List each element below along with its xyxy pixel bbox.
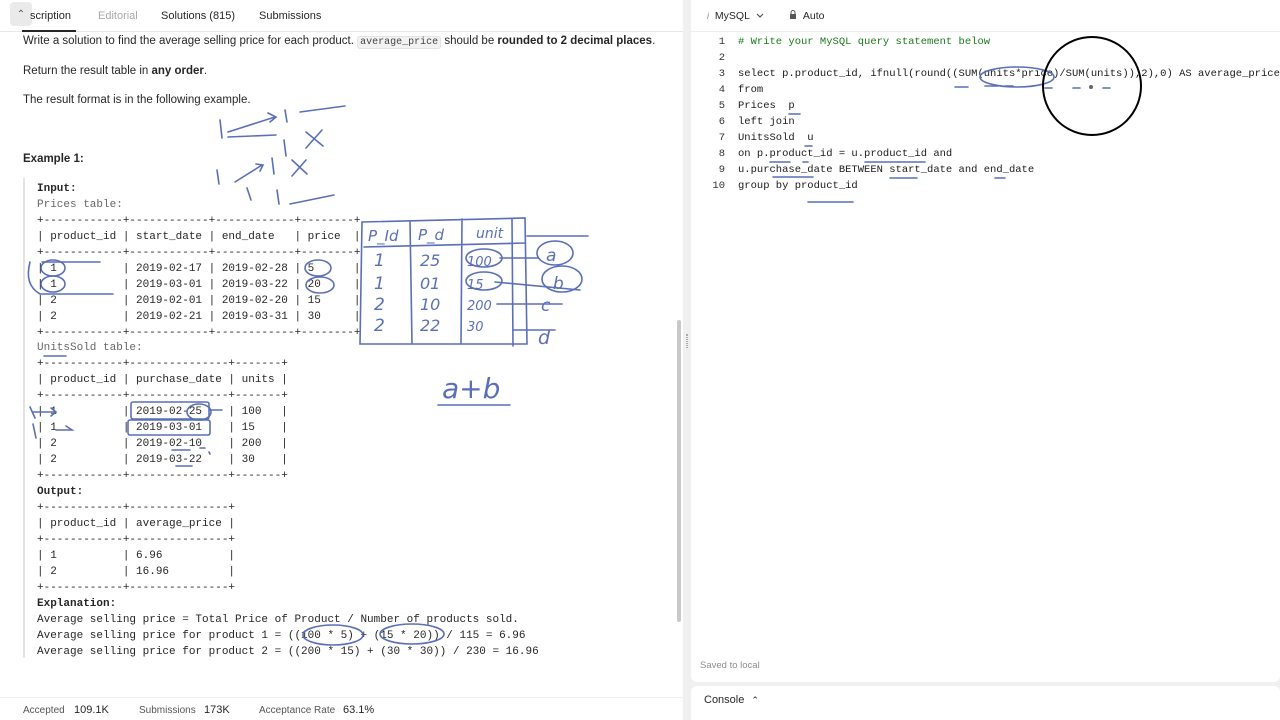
chevron-up-icon: ⌃ [751,695,759,705]
output-table-line: +------------+---------------+ [37,582,236,594]
unitssold-table-line: | product_id | purchase_date | units | [37,374,288,386]
unitssold-table-line: +------------+---------------+-------+ [37,390,288,402]
line-number: 10 [712,180,725,192]
problem-stats: Accepted 109.1K Submissions 173K Accepta… [0,697,683,720]
output-label: Output: [37,486,84,498]
example-block-bar [23,178,25,658]
saved-status: Saved to local [700,660,760,671]
collapse-panel-button[interactable]: ⌃ [10,2,32,26]
output-table-line: +------------+---------------+ [37,502,236,514]
desc-bold: any order [151,65,204,77]
line-number: 8 [718,148,725,160]
desc-bold: rounded to 2 decimal places [497,35,653,47]
code-editor: i MySQL Auto 1 # Write your MySQL query s… [691,0,1280,682]
description-line-2: Return the result table in any order. [23,65,207,77]
active-tab-indicator [22,30,76,32]
chevron-down-icon [757,13,764,18]
line-number: 1 [718,36,725,48]
prices-table-line: | 1 | 2019-02-17 | 2019-02-28 | 5 | [37,263,361,275]
code-line[interactable]: from [738,84,763,96]
auto-save-toggle[interactable]: Auto [789,10,825,22]
line-number: 2 [718,52,725,64]
problem-panel: ⌃ scription Editorial Solutions (815) Su… [0,0,683,720]
description-line-1: Write a solution to find the average sel… [23,35,656,49]
info-icon: i [707,11,709,21]
auto-label: Auto [802,10,825,22]
desc-text: should be [444,35,495,47]
tab-editorial[interactable]: Editorial [98,10,138,22]
line-number: 9 [718,164,725,176]
description-line-3: The result format is in the following ex… [23,94,251,106]
code-line[interactable]: Prices p [738,100,795,112]
prices-table-line: | 1 | 2019-03-01 | 2019-03-22 | 20 | [37,279,361,291]
line-number: 6 [718,116,725,128]
unitssold-table-line: | 1 | 2019-02-25 | 100 | [37,406,288,418]
submissions-label: Submissions [139,705,196,716]
prices-table-line: | 2 | 2019-02-21 | 2019-03-31 | 30 | [37,311,361,323]
explanation-line: Average selling price = Total Price of P… [37,614,519,626]
code-line[interactable]: UnitsSold u [738,132,814,144]
console-label: Console [704,694,745,706]
example-title: Example 1: [23,153,84,165]
prices-table-line: +------------+------------+------------+… [37,247,361,259]
output-table-line: +------------+---------------+ [37,534,236,546]
code-line[interactable]: group by product_id [738,180,858,192]
prices-table-line: | product_id | start_date | end_date | p… [37,231,361,243]
code-line[interactable]: u.purchase_date BETWEEN start_date and e… [738,164,1034,176]
line-number: 3 [718,68,725,80]
tab-submissions[interactable]: Submissions [259,10,321,22]
accepted-value: 109.1K [74,704,109,716]
unitssold-table-line: | 1 | 2019-03-01 | 15 | [37,422,288,434]
splitter-grip-icon[interactable] [686,334,688,348]
submissions-value: 173K [204,704,230,716]
unitssold-table-line: | 2 | 2019-03-22 | 30 | [37,454,288,466]
unitssold-table-line: | 2 | 2019-02-10 | 200 | [37,438,288,450]
code-line[interactable]: select p.product_id, ifnull(round((SUM(u… [738,68,1280,80]
explanation-line: Average selling price for product 2 = ((… [37,646,539,658]
unitssold-table-line: +------------+---------------+-------+ [37,358,288,370]
explanation-line: Average selling price for product 1 = ((… [37,630,526,642]
lock-icon [790,10,796,19]
accepted-label: Accepted [23,705,65,716]
input-label: Input: [37,183,77,195]
output-table-line: | product_id | average_price | [37,518,236,530]
desc-text: Write a solution to find the average sel… [23,35,354,47]
acceptance-rate-value: 63.1% [343,704,375,716]
desc-text: . [203,65,208,77]
editor-toolbar: i MySQL Auto [691,0,1280,32]
tab-description[interactable]: scription [30,10,71,22]
code-line[interactable]: on p.product_id = u.product_id and [738,148,952,160]
code-line[interactable]: # Write your MySQL query statement below [738,36,990,48]
panel-splitter[interactable] [683,0,691,720]
unitssold-table-line: +------------+---------------+-------+ [37,470,288,482]
line-number: 4 [718,84,725,96]
line-number: 5 [718,100,725,112]
prices-table-label: Prices table: [37,199,123,211]
console-button[interactable]: Console ⌃ [704,694,759,706]
explanation-label: Explanation: [37,598,117,610]
console-bar: Console ⌃ [691,686,1280,720]
prices-table-line: +------------+------------+------------+… [37,327,361,339]
prices-table-line: | 2 | 2019-02-01 | 2019-02-20 | 15 | [37,295,361,307]
desc-text: . [652,35,656,47]
prices-table-line: +------------+------------+------------+… [37,215,361,227]
desc-text: Return the result table in [23,65,149,77]
inline-code: average_price [357,36,442,49]
code-line[interactable]: left join [738,116,795,128]
language-select[interactable]: i MySQL [707,10,764,22]
output-table-line: | 2 | 16.96 | [37,566,236,578]
acceptance-rate-label: Acceptance Rate [259,705,336,716]
problem-tabs: ⌃ scription Editorial Solutions (815) Su… [0,0,683,32]
line-number: 7 [718,132,725,144]
unitssold-table-label: UnitsSold table: [37,342,143,354]
description-scrollbar[interactable] [677,320,681,622]
output-table-line: | 1 | 6.96 | [37,550,236,562]
language-label: MySQL [714,10,750,22]
tab-solutions[interactable]: Solutions (815) [161,10,235,22]
